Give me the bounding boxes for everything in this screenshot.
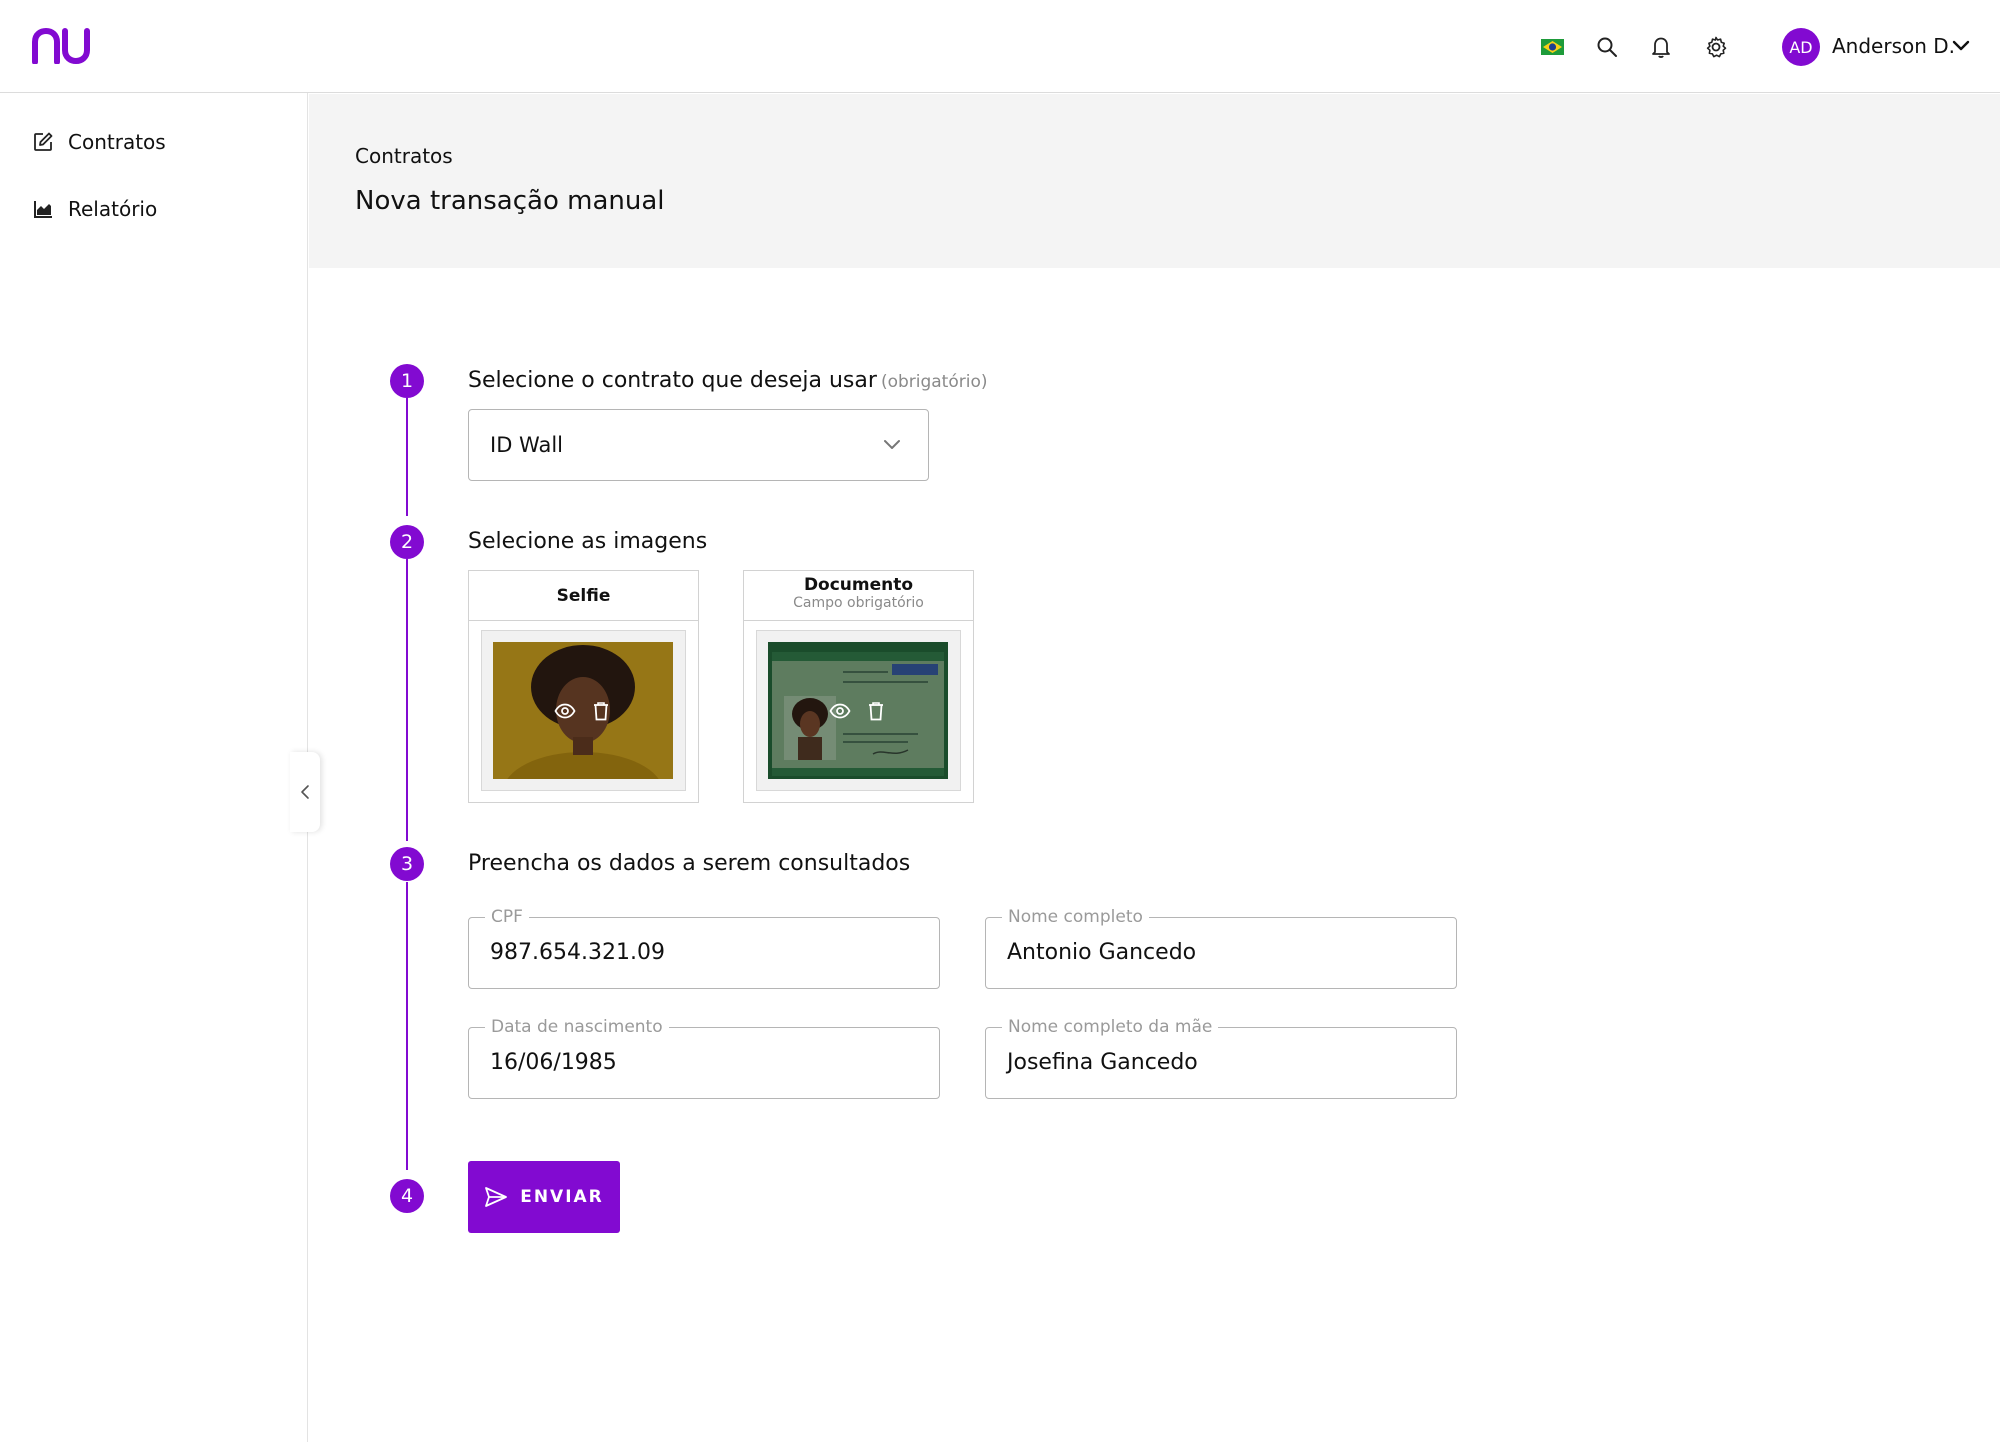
sidebar-item-label: Contratos	[68, 130, 166, 154]
send-button[interactable]: ENVIAR	[468, 1161, 620, 1233]
sidebar-item-label: Relatório	[68, 197, 158, 221]
step-3-title: Preencha os dados a serem consultados	[468, 851, 911, 876]
edit-icon	[34, 132, 53, 151]
cpf-label: CPF	[485, 907, 529, 927]
brazil-flag-icon[interactable]	[1541, 39, 1564, 55]
step-1-title: Selecione o contrato que deseja usar (obr…	[468, 368, 988, 393]
document-card-subtitle: Campo obrigatório	[793, 595, 924, 611]
step-connector	[406, 559, 408, 841]
send-icon	[485, 1187, 508, 1207]
birth-date-label: Data de nascimento	[485, 1017, 669, 1037]
step-number-3: 3	[390, 847, 424, 881]
full-name-label: Nome completo	[1002, 907, 1149, 927]
document-actions	[768, 642, 948, 779]
contract-select[interactable]: ID Wall	[468, 409, 929, 481]
cpf-value: 987.654.321.09	[490, 940, 665, 965]
cpf-field[interactable]: CPF 987.654.321.09	[468, 907, 940, 989]
nu-logo[interactable]	[30, 28, 92, 64]
selfie-image	[493, 642, 673, 779]
step-number-1: 1	[390, 364, 424, 398]
document-card-header: Documento Campo obrigatório	[744, 571, 973, 621]
mother-name-field[interactable]: Nome completo da mãe Josefina Gancedo	[985, 1017, 1457, 1099]
document-thumbnail-frame	[756, 630, 961, 791]
selfie-actions	[493, 642, 673, 779]
selfie-card: Selfie	[468, 570, 699, 803]
top-header: AD Anderson D.	[0, 0, 2000, 93]
step-number-2: 2	[390, 525, 424, 559]
full-name-value: Antonio Gancedo	[1007, 940, 1197, 965]
step-connector	[406, 882, 408, 1170]
eye-icon[interactable]	[827, 698, 853, 724]
contract-select-value: ID Wall	[490, 433, 563, 457]
mother-name-value: Josefina Gancedo	[1007, 1050, 1198, 1075]
chevron-down-icon	[884, 440, 900, 449]
chevron-down-icon[interactable]	[1951, 38, 1971, 54]
sidebar-item-contratos[interactable]: Contratos	[32, 127, 166, 157]
search-icon[interactable]	[1594, 34, 1620, 60]
sidebar: Contratos Relatório	[0, 93, 308, 1442]
birth-date-value: 16/06/1985	[490, 1050, 617, 1075]
page-title: Nova transação manual	[355, 186, 665, 216]
step-2-title: Selecione as imagens	[468, 529, 708, 554]
eye-icon[interactable]	[552, 698, 578, 724]
chart-icon	[34, 201, 52, 218]
chevron-left-icon	[301, 785, 309, 799]
sidebar-collapse-button[interactable]	[290, 752, 320, 832]
selfie-card-header: Selfie	[469, 571, 698, 621]
document-card: Documento Campo obrigatório	[743, 570, 974, 803]
birth-date-field[interactable]: Data de nascimento 16/06/1985	[468, 1017, 940, 1099]
selfie-thumbnail-frame	[481, 630, 686, 791]
step-1-title-text: Selecione o contrato que deseja usar	[468, 368, 877, 393]
breadcrumb[interactable]: Contratos	[355, 144, 453, 168]
required-hint: (obrigatório)	[880, 372, 988, 392]
document-image	[768, 642, 948, 779]
step-number-4: 4	[390, 1179, 424, 1213]
mother-name-label: Nome completo da mãe	[1002, 1017, 1219, 1037]
trash-icon[interactable]	[588, 698, 614, 724]
bell-icon[interactable]	[1648, 34, 1674, 60]
user-name[interactable]: Anderson D.	[1832, 34, 1955, 58]
sidebar-item-relatorio[interactable]: Relatório	[32, 194, 157, 224]
document-card-title: Documento	[803, 575, 914, 595]
gear-icon[interactable]	[1703, 34, 1729, 60]
send-button-label: ENVIAR	[520, 1187, 604, 1207]
avatar[interactable]: AD	[1782, 28, 1820, 66]
selfie-card-title: Selfie	[556, 586, 611, 606]
full-name-field[interactable]: Nome completo Antonio Gancedo	[985, 907, 1457, 989]
trash-icon[interactable]	[863, 698, 889, 724]
page-header: Contratos Nova transação manual	[309, 94, 2000, 268]
step-connector	[406, 398, 408, 516]
